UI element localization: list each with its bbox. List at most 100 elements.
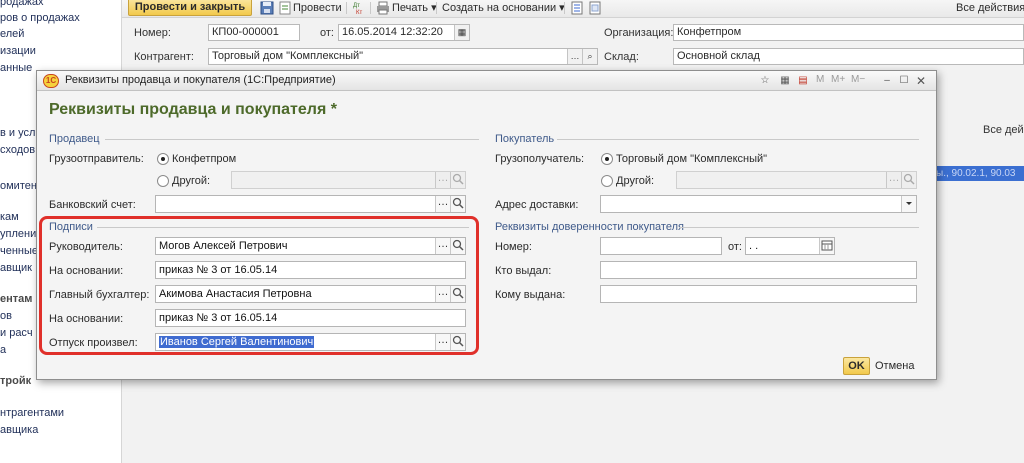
- search-icon[interactable]: ⌕: [582, 49, 597, 64]
- list-icon[interactable]: [570, 1, 584, 15]
- svg-text:Дт: Дт: [353, 3, 360, 9]
- consignee-label: Грузополучатель:: [495, 153, 585, 165]
- calendar-icon[interactable]: [819, 238, 834, 254]
- poa-issued-by-field[interactable]: [600, 261, 917, 279]
- counterparty-value: Торговый дом "Комплексный": [212, 50, 364, 62]
- date-field[interactable]: 16.05.2014 12:32:20 ▦: [338, 24, 470, 41]
- sidebar-item[interactable]: нтрагентами: [0, 407, 64, 419]
- section-divider: [557, 139, 919, 140]
- calculator-icon[interactable]: ▦: [778, 74, 792, 88]
- toolbar-separator: [370, 2, 371, 14]
- date-label: от:: [320, 27, 334, 39]
- poa-date-label: от:: [728, 241, 742, 253]
- sidebar-item[interactable]: в и усл: [0, 127, 35, 139]
- sidebar-group-title: ентам: [0, 293, 33, 305]
- selected-table-cell[interactable]: ы., 90.02.1, 90.03: [934, 166, 1024, 181]
- dt-kt-icon[interactable]: Дт Кт: [352, 1, 366, 16]
- dialog-window-title: Реквизиты продавца и покупателя (1С:Пред…: [65, 74, 336, 86]
- all-actions-menu-button-2[interactable]: Все дейс: [983, 124, 1024, 136]
- poa-date-field[interactable]: . .: [745, 237, 835, 255]
- poa-number-field[interactable]: [600, 237, 722, 255]
- counterparty-label: Контрагент:: [134, 51, 194, 63]
- delivery-address-label: Адрес доставки:: [495, 199, 579, 211]
- save-icon[interactable]: [260, 1, 274, 15]
- maximize-icon[interactable]: ☐: [897, 74, 911, 88]
- print-label: Печать: [392, 2, 429, 14]
- post-icon[interactable]: [278, 1, 292, 15]
- create-based-on-menu-button[interactable]: Создать на основании ▾: [442, 0, 565, 16]
- shipper-other-radio[interactable]: [157, 175, 169, 187]
- shipper-own-radio[interactable]: [157, 153, 169, 165]
- svg-text:Кт: Кт: [356, 10, 362, 15]
- seller-section-title: Продавец: [49, 133, 100, 145]
- counterparty-select-button[interactable]: …: [567, 49, 582, 64]
- minimize-icon[interactable]: –: [880, 74, 894, 88]
- sidebar-item[interactable]: изации: [0, 45, 36, 57]
- sidebar-item[interactable]: омитен: [0, 180, 37, 192]
- sidebar-item[interactable]: авщика: [0, 424, 38, 436]
- bookmark-icon[interactable]: ☆: [758, 74, 772, 88]
- memory-minus-button[interactable]: M−: [851, 74, 865, 85]
- all-actions-label: Все действия: [956, 2, 1024, 14]
- chevron-down-icon[interactable]: [901, 196, 916, 212]
- shipper-other-label: Другой:: [172, 175, 211, 187]
- all-actions-menu-button[interactable]: Все действия ▾: [956, 0, 1024, 16]
- counterparty-field[interactable]: Торговый дом "Комплексный" … ⌕: [208, 48, 598, 65]
- buyer-section-title: Покупатель: [495, 133, 555, 145]
- calendar-icon[interactable]: ▦: [454, 25, 469, 40]
- sidebar-item[interactable]: авщик: [0, 262, 32, 274]
- delivery-address-field[interactable]: [600, 195, 917, 213]
- consignee-counterparty-radio[interactable]: [601, 153, 613, 165]
- sidebar-item[interactable]: ченные: [0, 245, 38, 257]
- section-divider: [105, 139, 479, 140]
- post-and-close-button[interactable]: Провести и закрыть: [128, 0, 252, 16]
- toolbar-separator: [346, 2, 347, 14]
- bank-account-field[interactable]: …: [155, 195, 466, 213]
- organization-label: Организация:: [604, 27, 674, 39]
- sidebar-item[interactable]: кам: [0, 211, 19, 223]
- sidebar-item[interactable]: и расч: [0, 327, 33, 339]
- close-icon[interactable]: ✕: [914, 74, 928, 88]
- consignee-other-radio[interactable]: [601, 175, 613, 187]
- sidebar-item[interactable]: ов: [0, 310, 12, 322]
- ok-button[interactable]: OK: [843, 357, 870, 375]
- bank-account-select-button[interactable]: …: [435, 196, 450, 212]
- sidebar-item[interactable]: ров о продажах: [0, 12, 80, 24]
- sidebar-item[interactable]: анные: [0, 62, 32, 74]
- warehouse-field[interactable]: Основной склад: [673, 48, 1024, 65]
- search-icon: [901, 172, 916, 188]
- memory-plus-button[interactable]: M+: [831, 74, 845, 85]
- poa-issued-to-field[interactable]: [600, 285, 917, 303]
- consignee-counterparty-label: Торговый дом "Комплексный": [616, 153, 768, 165]
- sidebar-item[interactable]: а: [0, 344, 6, 356]
- printer-icon[interactable]: [376, 1, 390, 15]
- document-icon[interactable]: [588, 1, 602, 15]
- sidebar-item[interactable]: уплени: [0, 228, 36, 240]
- shipper-select-button: …: [435, 172, 450, 188]
- print-menu-button[interactable]: Печать ▾: [392, 0, 437, 16]
- poa-issued-by-label: Кто выдал:: [495, 265, 552, 277]
- calendar-icon[interactable]: ▤: [796, 74, 810, 88]
- sidebar-item[interactable]: елей: [0, 28, 24, 40]
- consignee-other-field: …: [676, 171, 917, 189]
- sidebar-item[interactable]: родажах: [0, 0, 44, 8]
- number-field[interactable]: КП00-000001: [208, 24, 300, 41]
- date-value: 16.05.2014 12:32:20: [342, 26, 443, 38]
- toolbar-separator: [436, 2, 437, 14]
- search-icon[interactable]: [450, 196, 465, 212]
- consignee-select-button: …: [886, 172, 901, 188]
- organization-field[interactable]: Конфетпром: [673, 24, 1024, 41]
- post-button[interactable]: Провести: [293, 0, 342, 16]
- memory-button[interactable]: M: [816, 74, 824, 85]
- power-of-attorney-section-title: Реквизиты доверенности покупателя: [495, 221, 684, 233]
- poa-date-value: . .: [749, 240, 759, 252]
- number-label: Номер:: [134, 27, 171, 39]
- toolbar-separator: [564, 2, 565, 14]
- cancel-button[interactable]: Отмена: [875, 360, 914, 372]
- dialog-titlebar[interactable]: 1С Реквизиты продавца и покупателя (1С:П…: [37, 71, 936, 91]
- warehouse-label: Склад:: [604, 51, 639, 63]
- document-toolbar: Провести и закрыть Провести Дт Кт Печать …: [122, 0, 1024, 18]
- sidebar-item[interactable]: сходов: [0, 144, 35, 156]
- shipper-other-field: …: [231, 171, 466, 189]
- highlight-frame: [39, 216, 479, 355]
